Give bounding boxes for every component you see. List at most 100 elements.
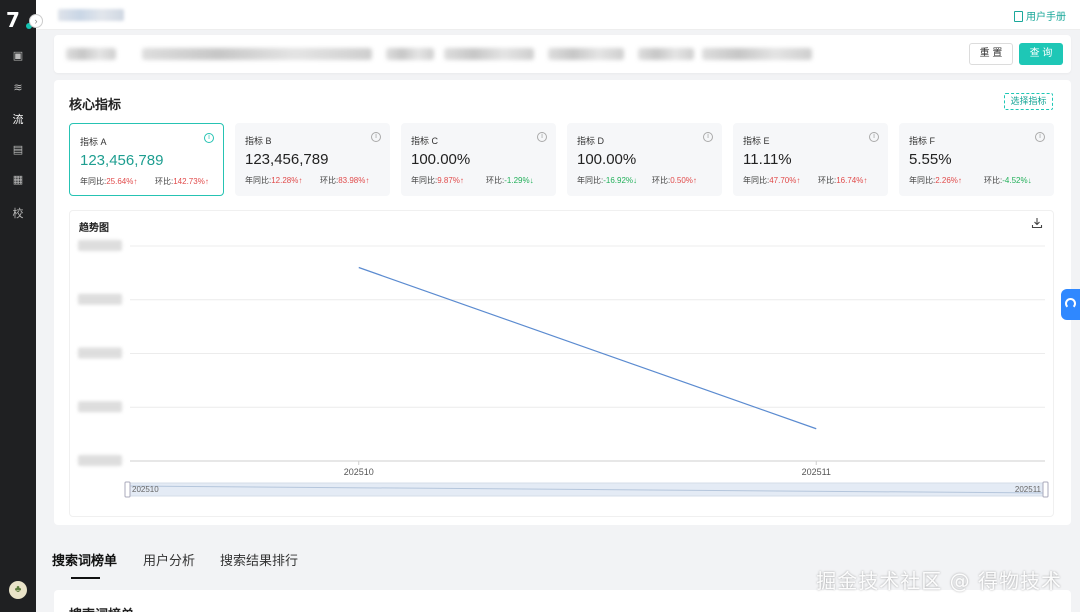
support-button[interactable] — [1061, 289, 1080, 320]
query-button[interactable]: 查 询 — [1019, 43, 1063, 65]
core-metrics-title: 核心指标 — [69, 97, 122, 112]
metric-name: 指标 C — [411, 136, 439, 146]
yoy-label: 年同比: — [909, 176, 936, 185]
yoy-value: 12.28%↑ — [271, 176, 303, 185]
sidebar-collapse-button[interactable]: › — [29, 14, 43, 28]
zoom-start-label: 202510 — [132, 485, 159, 494]
app-logo[interactable]: 7 — [6, 8, 32, 32]
mom-label: 环比: — [320, 176, 339, 185]
blurred-filter[interactable] — [142, 48, 372, 60]
app-root: 7 ▣ ≋ 流 ▤ ▦ 校 ♣ › 用户手册 重 置 查 询 核心指标 选择指标… — [0, 0, 1080, 612]
metric-value: 100.00% — [411, 151, 471, 168]
metric-value: 11.11% — [743, 151, 792, 168]
mom-group: 环比:-4.52%↓ — [984, 175, 1032, 186]
metric-name: 指标 E — [743, 136, 770, 146]
metric-card[interactable]: 指标 A i 123,456,789 年同比:25.64%↑ 环比:142.73%↑ — [69, 123, 224, 196]
info-icon[interactable]: i — [204, 133, 214, 143]
metric-name: 指标 F — [909, 136, 935, 146]
metric-name: 指标 D — [577, 136, 605, 146]
mom-value: 142.73%↑ — [173, 177, 209, 186]
zoom-handle-right — [1042, 481, 1049, 498]
metric-compare-row: 年同比:12.28%↑ 环比:83.98%↑ — [245, 175, 385, 186]
sidebar: 7 ▣ ≋ 流 ▤ ▦ 校 ♣ — [0, 0, 36, 612]
metric-card[interactable]: 指标 E i 11.11% 年同比:47.70%↑ 环比:16.74%↑ — [733, 123, 888, 196]
metric-compare-row: 年同比:25.64%↑ 环比:142.73%↑ — [80, 176, 220, 187]
metric-value: 123,456,789 — [80, 152, 164, 169]
headset-icon — [1065, 298, 1076, 309]
user-manual-link[interactable]: 用户手册 — [1014, 8, 1066, 23]
mom-group: 环比:83.98%↑ — [320, 175, 369, 186]
watermark: 掘金技术社区 @ 得物技术 — [816, 569, 1062, 593]
flow-icon[interactable]: 流 — [8, 110, 28, 130]
mom-value: 83.98%↑ — [338, 176, 370, 185]
yoy-value: 47.70%↑ — [769, 176, 801, 185]
x-tick-label: 202510 — [344, 467, 374, 477]
metric-compare-row: 年同比:2.26%↑ 环比:-4.52%↓ — [909, 175, 1049, 186]
mom-group: 环比:-1.29%↓ — [486, 175, 534, 186]
metric-value: 100.00% — [577, 151, 637, 168]
yoy-value: 25.64%↑ — [106, 177, 138, 186]
trend-chart-card: 趋势图 202510 202511 202510 202511 — [69, 210, 1054, 517]
blurred-y-tick-label — [78, 293, 122, 305]
core-metrics-card: 核心指标 选择指标 指标 Ai 123,456,789 年同比:25.64%↑ 环比:… — [54, 80, 1071, 525]
document-icon — [1014, 11, 1023, 22]
tab-user-analysis[interactable]: 用户分析 — [143, 550, 195, 569]
info-icon[interactable]: i — [371, 132, 381, 142]
active-tab-indicator — [71, 577, 100, 579]
report-icon[interactable]: ▤ — [8, 140, 28, 160]
yoy-label: 年同比: — [80, 177, 107, 186]
mom-value: -4.52%↓ — [1002, 176, 1032, 185]
info-icon[interactable]: i — [703, 132, 713, 142]
yoy-label: 年同比: — [411, 176, 438, 185]
yoy-value: 9.87%↑ — [437, 176, 464, 185]
mom-group: 环比:16.74%↑ — [818, 175, 867, 186]
blurred-filter[interactable] — [638, 48, 694, 60]
mom-label: 环比: — [155, 177, 174, 186]
metric-name: 指标 A — [80, 137, 107, 147]
select-metric-button[interactable]: 选择指标 — [1004, 93, 1053, 110]
info-icon[interactable]: i — [869, 132, 879, 142]
metric-card[interactable]: 指标 B i 123,456,789 年同比:12.28%↑ 环比:83.98%↑ — [235, 123, 390, 196]
user-avatar[interactable]: ♣ — [9, 581, 27, 599]
mom-group: 环比:0.50%↑ — [652, 175, 697, 186]
blurred-filter[interactable] — [66, 48, 116, 60]
metric-card[interactable]: 指标 C i 100.00% 年同比:9.87%↑ 环比:-1.29%↓ — [401, 123, 556, 196]
blurred-filter[interactable] — [702, 48, 812, 60]
metric-compare-row: 年同比:9.87%↑ 环比:-1.29%↓ — [411, 175, 551, 186]
metric-name: 指标 B — [245, 136, 272, 146]
mom-value: 0.50%↑ — [670, 176, 697, 185]
mom-value: 16.74%↑ — [836, 176, 868, 185]
reset-button[interactable]: 重 置 — [969, 43, 1013, 65]
blurred-y-tick-label — [78, 401, 122, 413]
mom-label: 环比: — [818, 176, 837, 185]
logo-text: 7 — [6, 8, 20, 32]
filter-bar: 重 置 查 询 — [54, 35, 1071, 73]
metric-compare-row: 年同比:47.70%↑ 环比:16.74%↑ — [743, 175, 883, 186]
zoom-handle-left — [124, 481, 131, 498]
blurred-y-tick-label — [78, 240, 122, 251]
metric-card[interactable]: 指标 D i 100.00% 年同比:-16.92%↓ 环比:0.50%↑ — [567, 123, 722, 196]
layers-icon[interactable]: ≋ — [8, 78, 28, 98]
blurred-filter[interactable] — [548, 48, 624, 60]
x-tick-label: 202511 — [802, 467, 831, 477]
user-manual-label: 用户手册 — [1026, 12, 1066, 23]
top-bar: 用户手册 — [36, 0, 1080, 30]
grid-icon[interactable]: ▣ — [8, 46, 28, 66]
school-icon[interactable]: 校 — [8, 204, 28, 224]
blurred-y-tick-label — [78, 455, 122, 466]
yoy-label: 年同比: — [743, 176, 770, 185]
blurred-y-tick-label — [78, 347, 122, 359]
metric-value: 123,456,789 — [245, 151, 329, 168]
tab-search-ranking[interactable]: 搜索词榜单 — [52, 550, 117, 569]
search-ranking-title: 搜索词榜单 — [69, 604, 134, 612]
blurred-filter[interactable] — [444, 48, 534, 60]
trend-line-chart: 202510 202511 202510 202511 — [78, 240, 1049, 498]
metric-compare-row: 年同比:-16.92%↓ 环比:0.50%↑ — [577, 175, 717, 186]
tab-search-result-ranking[interactable]: 搜索结果排行 — [220, 550, 298, 569]
info-icon[interactable]: i — [537, 132, 547, 142]
mom-label: 环比: — [652, 176, 671, 185]
blurred-filter[interactable] — [386, 48, 434, 60]
metric-card[interactable]: 指标 F i 5.55% 年同比:2.26%↑ 环比:-4.52%↓ — [899, 123, 1054, 196]
info-icon[interactable]: i — [1035, 132, 1045, 142]
table-icon[interactable]: ▦ — [8, 170, 28, 190]
